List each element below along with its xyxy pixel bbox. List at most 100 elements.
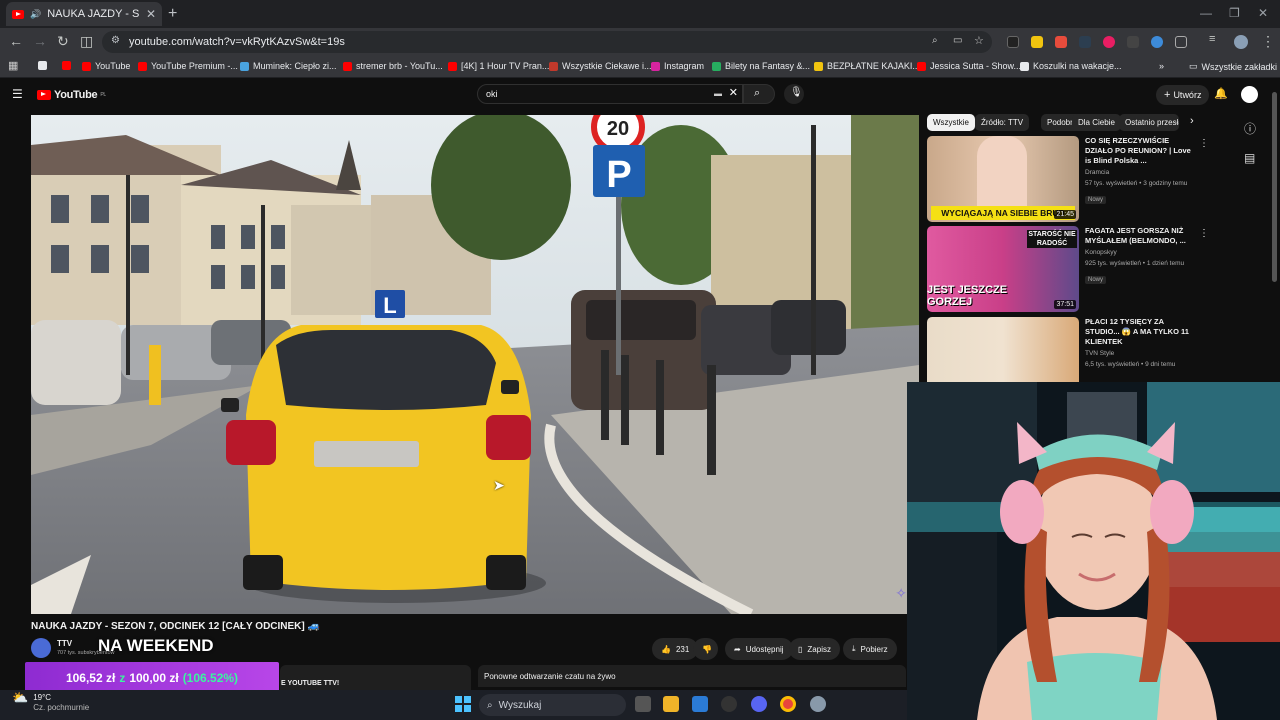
hamburger-menu-icon[interactable]: ☰ bbox=[12, 87, 23, 101]
close-tab-icon[interactable]: ✕ bbox=[146, 7, 156, 21]
thumbs-up-icon: 👍 bbox=[661, 644, 671, 654]
more-options-icon[interactable]: ⋮ bbox=[1199, 138, 1209, 149]
bookmark-item[interactable] bbox=[38, 61, 51, 70]
more-bookmarks-button[interactable]: » bbox=[1159, 61, 1164, 71]
recommendation-channel[interactable]: Dramcia bbox=[1085, 168, 1197, 177]
mouse-cursor-icon: ➤ bbox=[493, 477, 505, 493]
voice-search-button[interactable]: 🎙 bbox=[784, 84, 804, 104]
profile-avatar[interactable] bbox=[1234, 35, 1248, 49]
bookmark-item[interactable]: Muminek: Ciepło zi... bbox=[240, 61, 337, 71]
bookmark-item[interactable]: [4K] 1 Hour TV Pran... bbox=[448, 61, 549, 71]
extension-icon-6[interactable] bbox=[1127, 36, 1139, 48]
extension-icon-1[interactable] bbox=[1007, 36, 1019, 48]
settings-icon[interactable] bbox=[810, 696, 826, 712]
chrome-icon[interactable] bbox=[780, 696, 796, 712]
save-button[interactable]: ▯ Zapisz bbox=[789, 638, 840, 660]
bookmark-star-icon[interactable]: ☆ bbox=[974, 34, 984, 47]
live-chat-replay[interactable]: Ponowne odtwarzanie czatu na żywo bbox=[478, 665, 906, 687]
reload-icon[interactable]: ↻ bbox=[57, 33, 69, 50]
chip-from-ttv[interactable]: Źródło: TTV bbox=[975, 114, 1030, 131]
bookmark-item[interactable]: Wszystkie Ciekawe i... bbox=[549, 61, 652, 71]
search-button[interactable]: ⌕ bbox=[743, 84, 775, 104]
video-player[interactable]: 20 P L ➤ ✧ bbox=[31, 115, 919, 614]
new-tab-button[interactable]: + bbox=[168, 5, 177, 23]
bookmark-item[interactable]: YouTube Premium -... bbox=[138, 61, 238, 71]
forward-icon[interactable]: → bbox=[33, 33, 47, 49]
extension-icon-3[interactable] bbox=[1055, 36, 1067, 48]
cast-icon[interactable]: ▭ bbox=[953, 35, 962, 46]
all-bookmarks-button[interactable]: ▭ Wszystkie zakładki bbox=[1189, 61, 1277, 72]
bookmark-item[interactable]: stremer brb - YouTu... bbox=[343, 61, 443, 71]
notifications-bell-icon[interactable]: 🔔 bbox=[1214, 87, 1228, 100]
recommendation-channel[interactable]: Konopskyy bbox=[1085, 248, 1197, 257]
bookmark-item[interactable]: BEZPŁATNE KAJAKI... bbox=[814, 61, 920, 71]
clear-search-icon[interactable]: ✕ bbox=[729, 86, 738, 99]
volume-icon[interactable]: 🔊 bbox=[30, 9, 41, 20]
search-icon: ⌕ bbox=[754, 87, 761, 99]
recommendation-title[interactable]: CO SIĘ RZECZYWIŚCIE DZIAŁO PO REUNION? |… bbox=[1085, 136, 1197, 166]
extensions-puzzle-icon[interactable] bbox=[1175, 36, 1187, 48]
extension-icon-4[interactable] bbox=[1079, 36, 1091, 48]
bookmark-item[interactable]: Koszulki na wakacje... bbox=[1020, 61, 1122, 71]
channel-name[interactable]: TTV bbox=[57, 639, 72, 648]
extension-icon-7[interactable] bbox=[1151, 36, 1163, 48]
media-control-icon[interactable]: ≡ bbox=[1209, 33, 1215, 45]
recommendation-title[interactable]: FAGATA JEST GORSZA NIŻ MYŚLAŁEM (BELMOND… bbox=[1085, 226, 1197, 246]
app-icon[interactable] bbox=[721, 696, 737, 712]
video-thumbnail[interactable]: WYCIĄGAJĄ NA SIEBIE BRUD 21:45 bbox=[927, 136, 1079, 222]
create-button[interactable]: + Utwórz bbox=[1156, 85, 1210, 105]
chip-recently-uploaded[interactable]: Ostatnio przesłane bbox=[1119, 114, 1179, 131]
apps-grid-icon[interactable]: ▦ bbox=[8, 59, 18, 72]
video-thumbnail[interactable] bbox=[927, 317, 1079, 382]
dislike-button[interactable]: 👎 bbox=[693, 638, 718, 660]
weather-widget[interactable]: ⛅ 19°C Cz. pochmurnie bbox=[12, 691, 89, 713]
download-button[interactable]: ⤓ Pobierz bbox=[843, 638, 897, 660]
search-input[interactable]: oki ▬ ✕ bbox=[477, 84, 743, 104]
minimize-icon[interactable]: — bbox=[1200, 6, 1212, 20]
recommendation-item[interactable]: PŁACI 12 TYSIĘCY ZA STUDIO... 😱 A MA TYL… bbox=[927, 317, 1197, 382]
chat-icon[interactable]: ▤ bbox=[1244, 151, 1255, 165]
bookmark-item[interactable]: YouTube bbox=[82, 61, 130, 71]
site-info-icon[interactable]: ⚙ bbox=[111, 35, 120, 46]
extension-icon-2[interactable] bbox=[1031, 36, 1043, 48]
maximize-icon[interactable]: ❐ bbox=[1229, 6, 1240, 20]
extension-icon-5[interactable] bbox=[1103, 36, 1115, 48]
store-icon[interactable] bbox=[692, 696, 708, 712]
chips-next-arrow-icon[interactable]: › bbox=[1190, 115, 1194, 127]
recommendation-channel[interactable]: TVN Style bbox=[1085, 349, 1197, 358]
bookmark-item[interactable]: Bilety na Fantasy &... bbox=[712, 61, 810, 71]
task-view-icon[interactable] bbox=[635, 696, 651, 712]
more-options-icon[interactable]: ⋮ bbox=[1199, 228, 1209, 239]
account-avatar[interactable] bbox=[1241, 86, 1258, 103]
windows-start-icon[interactable] bbox=[455, 696, 471, 712]
recommendation-item[interactable]: STAROŚĆ NIE RADOŚĆ JEST JESZCZE GORZEJ 3… bbox=[927, 226, 1209, 312]
discord-icon[interactable] bbox=[751, 696, 767, 712]
chip-for-you[interactable]: Dla Ciebie bbox=[1072, 114, 1121, 131]
file-explorer-icon[interactable] bbox=[663, 696, 679, 712]
scrollbar[interactable] bbox=[1272, 92, 1277, 282]
bookmark-item[interactable]: Instagram bbox=[651, 61, 704, 71]
like-button[interactable]: 👍 231 bbox=[652, 638, 699, 660]
chrome-menu-icon[interactable]: ⋮ bbox=[1261, 33, 1275, 50]
bookmark-label: stremer brb - YouTu... bbox=[356, 61, 443, 71]
share-button[interactable]: ➦ Udostępnij bbox=[725, 638, 793, 660]
side-panel-icon[interactable]: ◫ bbox=[80, 33, 93, 50]
recommendation-title[interactable]: PŁACI 12 TYSIĘCY ZA STUDIO... 😱 A MA TYL… bbox=[1085, 317, 1197, 347]
info-icon[interactable]: ⓘ bbox=[1244, 120, 1256, 137]
youtube-logo[interactable]: YouTube PL bbox=[37, 89, 106, 101]
back-icon[interactable]: ← bbox=[9, 33, 23, 49]
recommendation-item[interactable]: WYCIĄGAJĄ NA SIEBIE BRUD 21:45 CO SIĘ RZ… bbox=[927, 136, 1209, 222]
bookmark-item[interactable] bbox=[62, 61, 75, 70]
bookmark-item[interactable]: Jessica Sutta - Show... bbox=[917, 61, 1021, 71]
browser-tab[interactable]: 🔊 NAUKA JAZDY - SEZON 7, ✕ bbox=[6, 2, 162, 26]
recommendation-stats: 6,5 tys. wyświetleń • 9 dni temu bbox=[1085, 361, 1176, 368]
keyboard-icon[interactable]: ▬ bbox=[714, 89, 722, 98]
chip-all[interactable]: Wszystkie bbox=[927, 114, 975, 131]
close-window-icon[interactable]: ✕ bbox=[1258, 6, 1268, 20]
recommendation-stats: 57 tys. wyświetleń • 3 godziny temu bbox=[1085, 180, 1188, 187]
video-thumbnail[interactable]: STAROŚĆ NIE RADOŚĆ JEST JESZCZE GORZEJ 3… bbox=[927, 226, 1079, 312]
address-bar[interactable]: ⚙ youtube.com/watch?v=vkRytKAzvSw&t=19s … bbox=[102, 31, 992, 53]
channel-avatar[interactable] bbox=[31, 638, 51, 658]
zoom-icon[interactable]: ⌕ bbox=[932, 35, 938, 46]
taskbar-search[interactable]: ⌕ Wyszukaj bbox=[479, 694, 626, 716]
